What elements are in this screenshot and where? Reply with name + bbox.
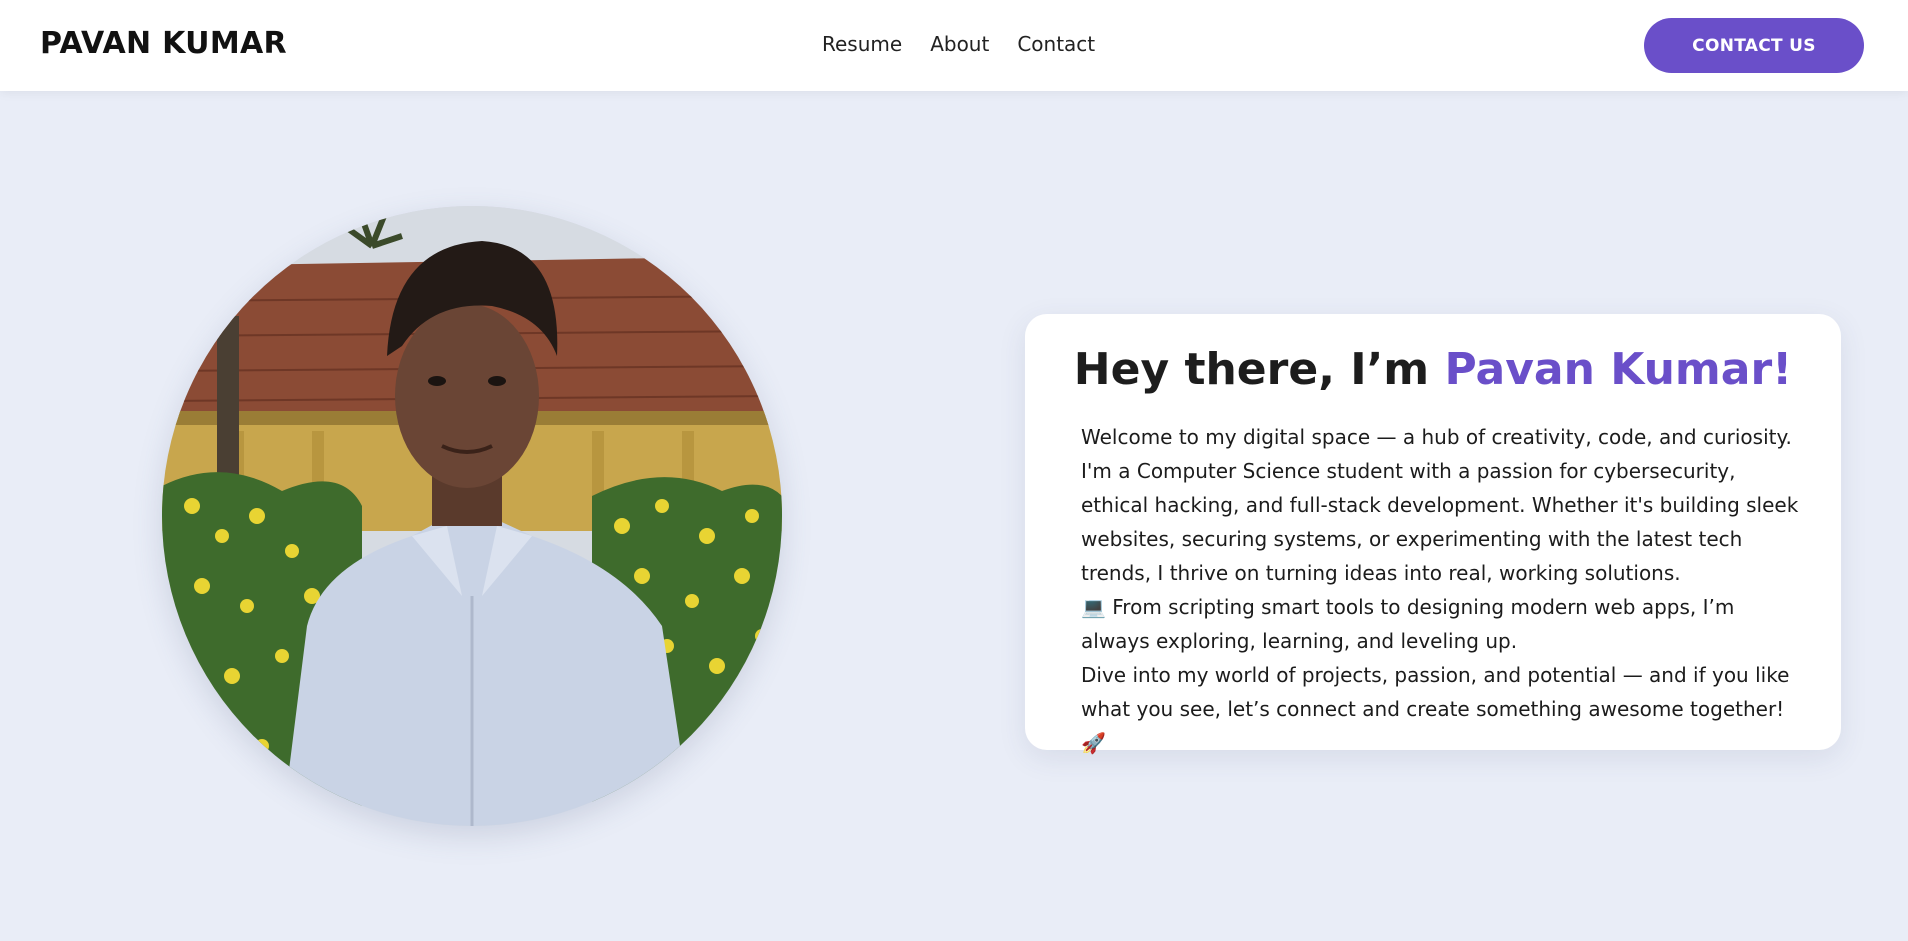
intro-paragraph: 💻 From scripting smart tools to designin… [1081,595,1735,653]
intro-heading-prefix: Hey there, I’m [1073,344,1445,395]
nav-links: Resume About Contact [822,32,1095,56]
navbar: PAVAN KUMAR Resume About Contact CONTACT… [0,0,1908,91]
intro-paragraph: I'm a Computer Science student with a pa… [1081,459,1799,585]
intro-heading: Hey there, I’m Pavan Kumar! [1025,344,1841,395]
intro-card: Hey there, I’m Pavan Kumar! Welcome to m… [1025,314,1841,755]
profile-photo [162,206,782,826]
nav-link-resume[interactable]: Resume [822,32,902,56]
nav-link-contact[interactable]: Contact [1017,32,1095,56]
contact-us-button[interactable]: CONTACT US [1644,18,1864,73]
intro-paragraph: Welcome to my digital space — a hub of c… [1081,425,1792,449]
intro-body: Welcome to my digital space — a hub of c… [1081,420,1801,760]
brand-logo[interactable]: PAVAN KUMAR [40,26,287,61]
intro-paragraph: Dive into my world of projects, passion,… [1081,663,1790,755]
nav-link-about[interactable]: About [930,32,989,56]
intro-heading-name: Pavan Kumar! [1444,344,1793,395]
